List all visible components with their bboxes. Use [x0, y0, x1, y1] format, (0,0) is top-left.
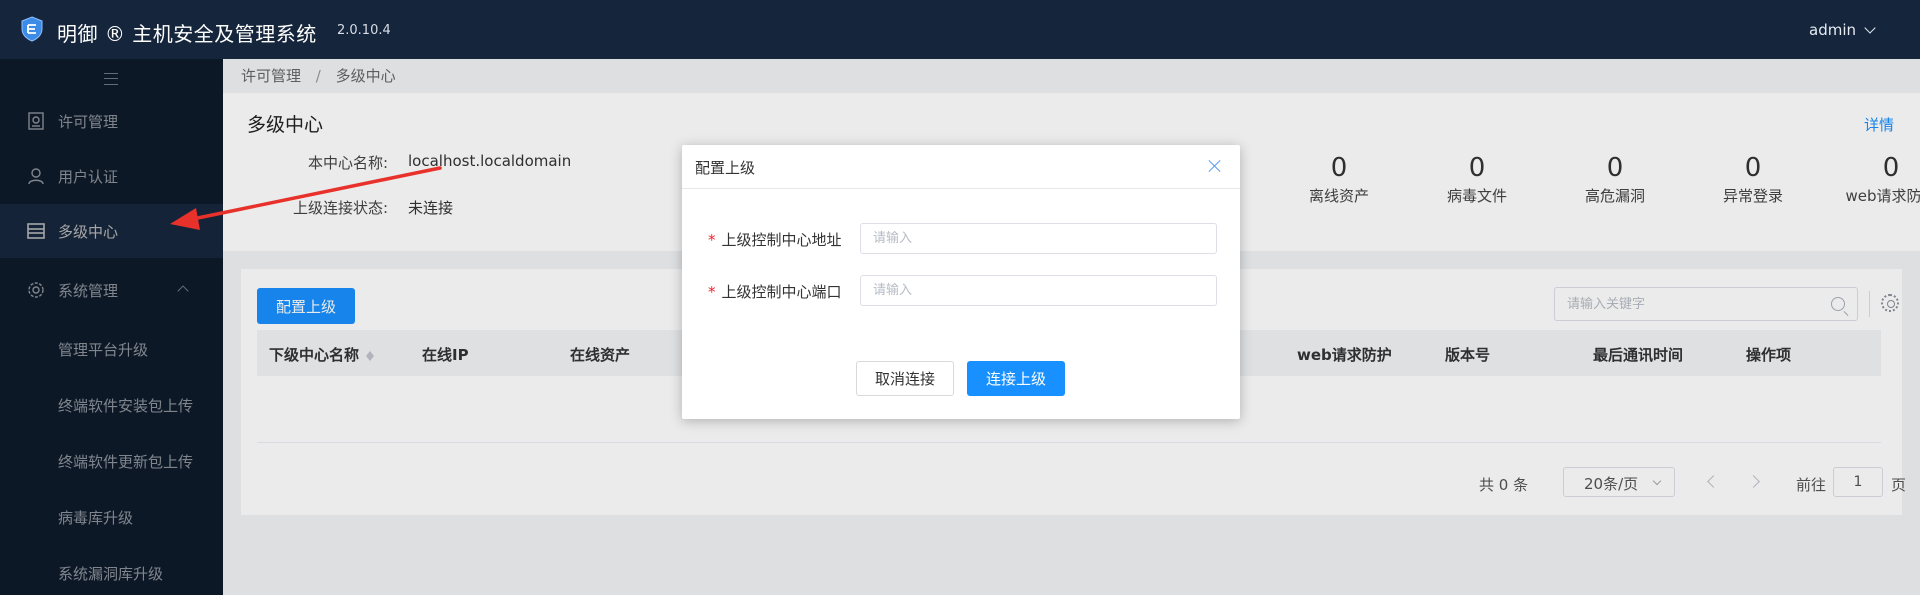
- license-icon: [28, 112, 44, 130]
- sidebar-subitem-label: 终端软件更新包上传: [58, 452, 194, 471]
- sidebar-item-user-auth[interactable]: 用户认证: [0, 149, 223, 203]
- sidebar-item-label: 系统管理: [58, 281, 119, 300]
- connect-parent-button[interactable]: 连接上级: [967, 361, 1065, 396]
- gear-icon: [28, 282, 44, 298]
- sidebar-subitem-update-upload[interactable]: 终端软件更新包上传: [0, 433, 223, 489]
- user-icon: [28, 168, 44, 185]
- parent-port-label: * 上级控制中心端口: [708, 283, 842, 301]
- sidebar-subitem-label: 管理平台升级: [58, 340, 149, 359]
- config-parent-dialog: 配置上级 *上级控制中心地址 *上级控制中心端口 取消连接 连接上级: [682, 145, 1240, 419]
- parent-address-input[interactable]: [860, 223, 1217, 254]
- sidebar-item-system[interactable]: 系统管理: [0, 263, 223, 317]
- sidebar-item-label: 用户认证: [58, 167, 119, 186]
- sidebar-subitem-virus-db[interactable]: 病毒库升级: [0, 489, 223, 545]
- parent-port-input[interactable]: [860, 275, 1217, 306]
- sidebar-item-label: 许可管理: [58, 112, 119, 131]
- chevron-up-icon: [177, 285, 189, 297]
- dialog-title: 配置上级: [695, 159, 756, 177]
- close-icon[interactable]: [1208, 159, 1222, 173]
- app-version: 2.0.10.4: [337, 23, 391, 38]
- sidebar-item-license[interactable]: 许可管理: [0, 94, 223, 148]
- sidebar-subitem-install-upload[interactable]: 终端软件安装包上传: [0, 377, 223, 433]
- required-mark: *: [708, 231, 716, 249]
- sidebar-subitem-platform-upgrade[interactable]: 管理平台升级: [0, 321, 223, 377]
- parent-port-row: * 上级控制中心端口: [682, 275, 1240, 307]
- parent-address-label: * 上级控制中心地址: [708, 231, 842, 249]
- app-title: 明御 ® 主机安全及管理系统: [57, 22, 317, 46]
- shield-logo-icon: [21, 16, 43, 42]
- parent-address-row: * 上级控制中心地址: [682, 223, 1240, 255]
- cancel-connect-button[interactable]: 取消连接: [856, 361, 954, 396]
- sidebar: 许可管理 用户认证 多级中心 系统管理 管理平台升级 终端软件安装包上传 终端软…: [0, 59, 223, 595]
- dialog-header: 配置上级: [682, 145, 1240, 189]
- server-icon: [27, 223, 45, 239]
- chevron-down-icon: [1864, 21, 1876, 34]
- sidebar-subitem-vuln-db[interactable]: 系统漏洞库升级: [0, 545, 223, 595]
- sidebar-item-multi-center[interactable]: 多级中心: [0, 204, 223, 258]
- sidebar-subitem-label: 系统漏洞库升级: [58, 564, 164, 583]
- top-header: 明御 ® 主机安全及管理系统 2.0.10.4 admin: [0, 0, 1920, 59]
- user-name: admin: [1809, 21, 1856, 39]
- sidebar-item-label: 多级中心: [58, 222, 119, 241]
- required-mark: *: [708, 283, 716, 301]
- sidebar-subitem-label: 终端软件安装包上传: [58, 396, 194, 415]
- user-menu[interactable]: admin: [1809, 21, 1876, 39]
- menu-toggle-icon[interactable]: [104, 73, 118, 85]
- sidebar-subitem-label: 病毒库升级: [58, 508, 134, 527]
